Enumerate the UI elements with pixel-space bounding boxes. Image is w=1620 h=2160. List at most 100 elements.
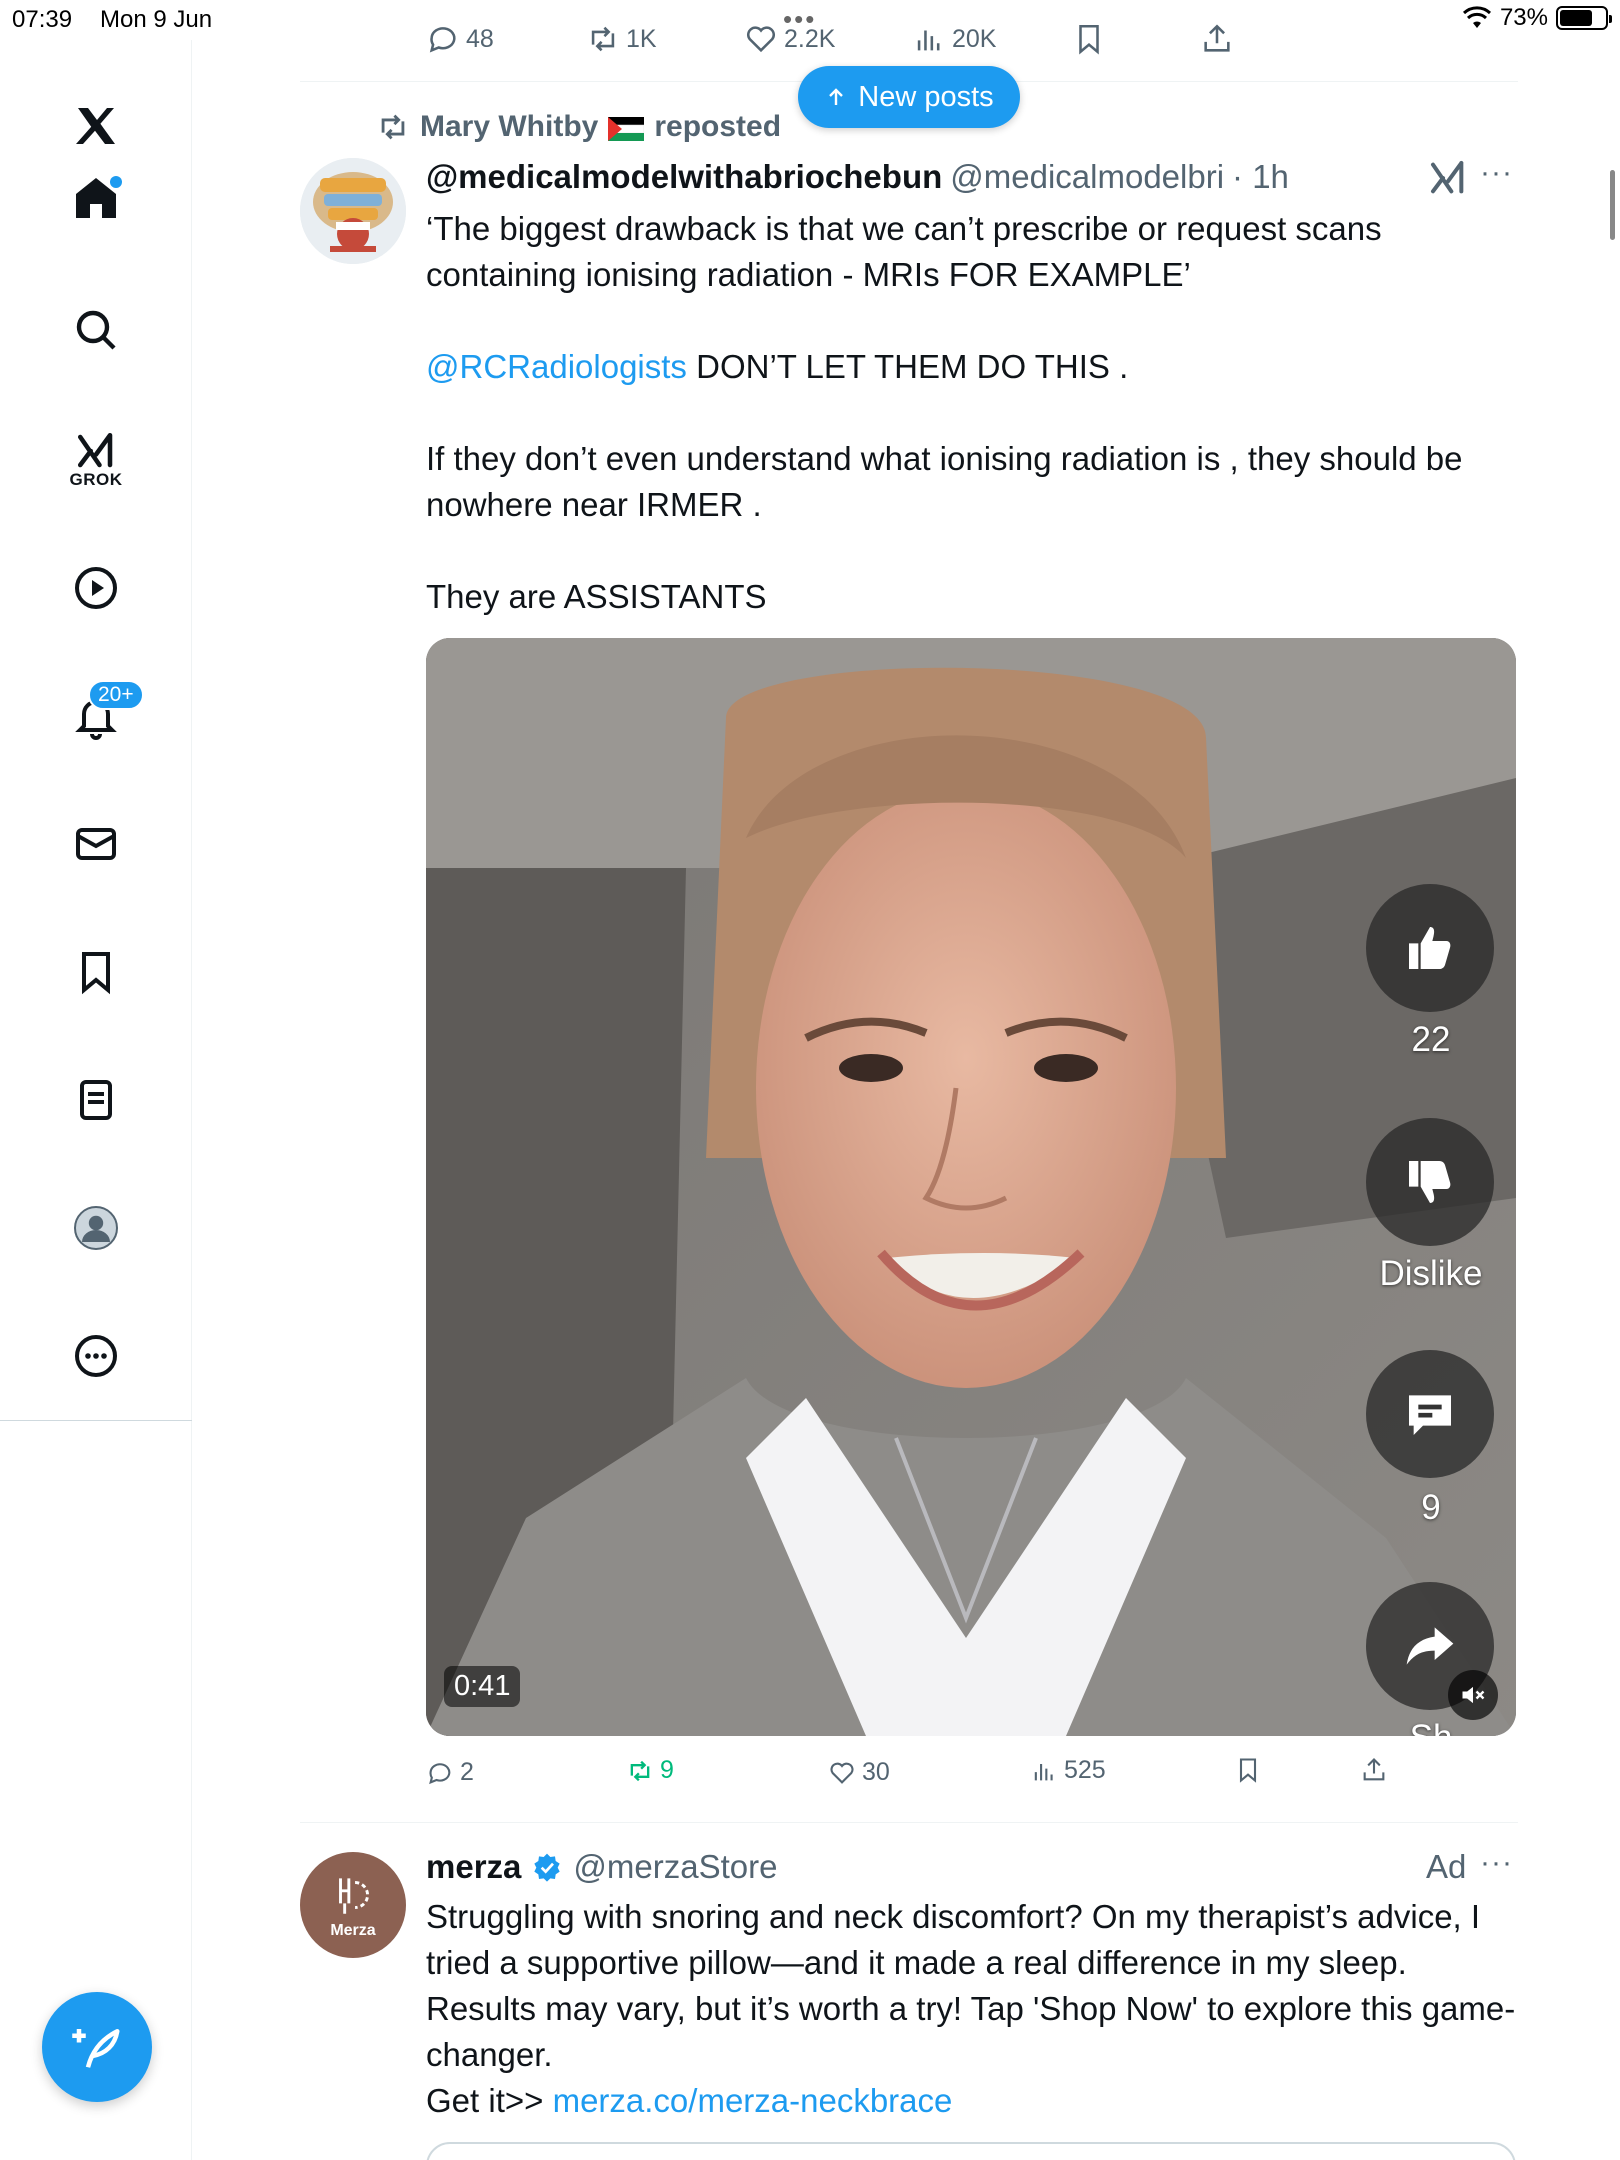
post-header: @medicalmodelwithabriochebun @medicalmod…: [426, 158, 1289, 196]
mention-text: DON’T LET THEM DO THIS .: [686, 348, 1129, 385]
comment-icon: [1409, 1395, 1451, 1435]
sidebar-divider: [0, 1420, 192, 1421]
post-author-name[interactable]: @medicalmodelwithabriochebun: [426, 158, 942, 196]
bookmark-icon: [82, 952, 110, 995]
sidebar-item-search[interactable]: [60, 294, 132, 366]
prev-views-count: 20K: [952, 24, 997, 53]
reply-count: 2: [460, 1758, 474, 1786]
more-circle-icon: [75, 1335, 117, 1377]
status-time: 07:39: [12, 6, 73, 33]
reply-button[interactable]: 2: [426, 1758, 474, 1787]
post-author-avatar[interactable]: [300, 158, 406, 264]
like-button[interactable]: 30: [828, 1758, 890, 1787]
post-paragraph-3: They are ASSISTANTS: [426, 578, 767, 615]
ad-cta-line: Get it>> merza.co/merza-neckbrace: [426, 2078, 1516, 2124]
repost-button[interactable]: 9: [626, 1756, 674, 1785]
share-arrow-icon: [1406, 1627, 1454, 1665]
post-actions: 2 9 30 525: [426, 1752, 1516, 1796]
share-icon: [1363, 1758, 1385, 1781]
ad-label: Ad: [1426, 1848, 1467, 1885]
x-logo-icon[interactable]: [60, 90, 132, 162]
reply-icon: [429, 27, 456, 53]
share-icon: [1204, 24, 1230, 52]
sidebar-item-grok[interactable]: GROK: [60, 424, 132, 496]
sidebar-item-lists[interactable]: [60, 1064, 132, 1136]
ad-header: merza @merzaStore: [426, 1848, 777, 1886]
prev-reply-count: 48: [466, 24, 494, 53]
prev-like-button[interactable]: 2.2K: [744, 22, 835, 56]
bookmark-icon: [1079, 24, 1099, 55]
grok-explain-icon[interactable]: [1428, 158, 1468, 198]
video-comment-count: 9: [1421, 1488, 1441, 1527]
palestine-flag-icon: [608, 115, 645, 141]
sidebar-item-profile[interactable]: [60, 1192, 132, 1264]
share-button[interactable]: [1360, 1756, 1388, 1784]
views-icon: [1034, 1763, 1053, 1780]
post-body: ‘The biggest drawback is that we can’t p…: [426, 206, 1516, 666]
arrow-up-icon: [829, 88, 844, 105]
video-mute-button[interactable]: [1448, 1670, 1498, 1720]
sidebar-item-more[interactable]: [60, 1320, 132, 1392]
prev-views-button[interactable]: 20K: [912, 22, 996, 56]
ad-media-card[interactable]: TO PAR AGAIN!: [426, 2142, 1516, 2160]
post-time[interactable]: · 1h: [1232, 158, 1289, 196]
video-share-label: Sh: [1326, 1718, 1516, 1736]
thumbs-down-icon: [1409, 1161, 1451, 1203]
compose-button[interactable]: [42, 1992, 152, 2102]
sidebar-nav: GROK 20+: [0, 40, 192, 2160]
views-icon: [917, 30, 940, 51]
scrollbar[interactable]: [1610, 170, 1615, 240]
video-duration: 0:41: [444, 1666, 521, 1707]
reply-icon: [429, 1762, 451, 1784]
prev-like-count: 2.2K: [784, 24, 836, 53]
post-paragraph-mention: @RCRadiologists DON’T LET THEM DO THIS .: [426, 344, 1516, 390]
ad-author-handle[interactable]: @merzaStore: [573, 1848, 777, 1886]
prev-reply-button[interactable]: 48: [426, 22, 494, 56]
video-like-button[interactable]: [1366, 884, 1494, 1012]
notifications-badge: 20+: [88, 680, 144, 710]
list-icon: [80, 1080, 112, 1120]
post-more-button[interactable]: ···: [1480, 156, 1513, 190]
new-posts-button[interactable]: New posts: [798, 66, 1020, 128]
ad-avatar-text: Merza: [330, 1922, 376, 1939]
grok-label: GROK: [69, 470, 123, 489]
sidebar-item-bookmarks[interactable]: [60, 936, 132, 1008]
ad-author-avatar[interactable]: Merza: [300, 1852, 406, 1958]
post-separator: [300, 1822, 1518, 1823]
prev-repost-button[interactable]: 1K: [586, 22, 657, 56]
video-comment-button[interactable]: [1366, 1350, 1494, 1478]
post-author-handle[interactable]: @medicalmodelbri: [950, 158, 1224, 196]
heart-icon: [746, 26, 776, 53]
prev-bookmark-button[interactable]: [1072, 22, 1106, 56]
repost-context[interactable]: Mary Whitby reposted: [376, 110, 781, 144]
post-video[interactable]: 22 Dislike 9 Sh 0:41: [426, 638, 1516, 1736]
ad-more-button[interactable]: ···: [1480, 1846, 1513, 1880]
ad-link[interactable]: merza.co/merza-neckbrace: [553, 2082, 953, 2119]
repost-icon: [630, 1760, 650, 1781]
video-dislike-button[interactable]: [1366, 1118, 1494, 1246]
repost-count: 9: [660, 1756, 674, 1784]
feather-plus-icon: [72, 2029, 120, 2068]
ad-cta-prefix: Get it>>: [426, 2082, 553, 2119]
like-count: 30: [862, 1758, 890, 1786]
profile-avatar-icon: [74, 1206, 118, 1250]
thumbs-up-icon: [1409, 927, 1451, 969]
sidebar-item-notifications[interactable]: 20+: [60, 680, 144, 752]
video-frame: [426, 638, 1516, 1736]
views-count: 525: [1064, 1756, 1106, 1784]
prev-repost-count: 1K: [626, 24, 657, 53]
sidebar-item-home[interactable]: [60, 162, 132, 234]
views-button[interactable]: 525: [1030, 1756, 1106, 1785]
sidebar-item-messages[interactable]: [60, 808, 132, 880]
battery-icon: [1556, 6, 1612, 30]
ad-author-name[interactable]: merza: [426, 1848, 521, 1886]
bookmark-button[interactable]: [1234, 1756, 1262, 1784]
repost-suffix: reposted: [654, 110, 782, 143]
mention-link[interactable]: @RCRadiologists: [426, 348, 687, 385]
verified-badge-icon: [534, 1853, 561, 1882]
prev-share-button[interactable]: [1200, 22, 1234, 56]
search-icon: [76, 310, 116, 350]
bookmark-icon: [1239, 1758, 1257, 1783]
sidebar-item-videos[interactable]: [60, 552, 132, 624]
muted-speaker-icon: [1462, 1686, 1485, 1704]
